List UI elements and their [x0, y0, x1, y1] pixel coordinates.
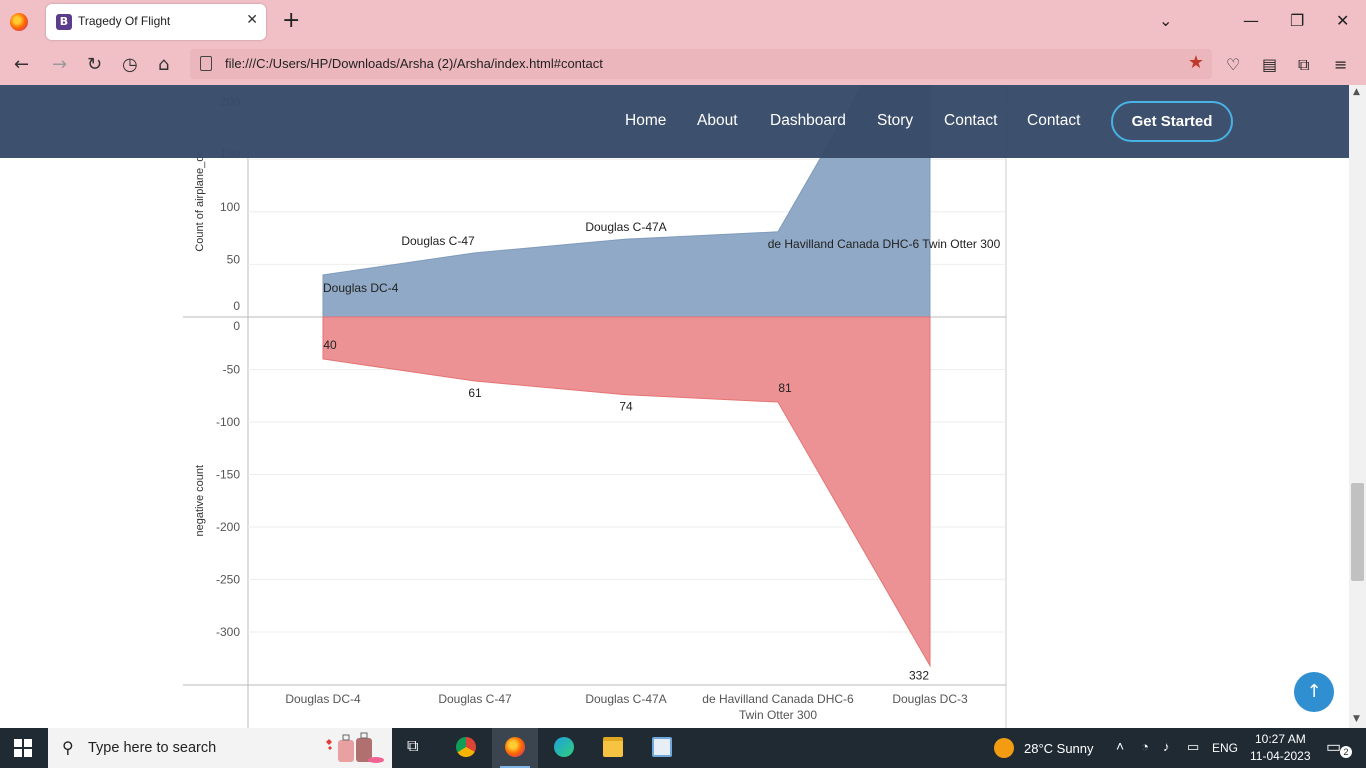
- bottom-data-label: 332: [909, 669, 929, 683]
- notification-count: 2: [1340, 746, 1352, 758]
- tab-bar: B Tragedy Of Flight ✕ + ⌄ — ❐ ✕: [0, 0, 1366, 44]
- firefox-logo-icon[interactable]: [10, 13, 28, 31]
- bottom-data-label: 74: [619, 400, 633, 414]
- browser-tab[interactable]: B Tragedy Of Flight ✕: [46, 4, 266, 40]
- task-view-icon: ⧉: [407, 738, 419, 755]
- navigation-toolbar: ← → ↻ ◷ ⌂ file:///C:/Users/HP/Downloads/…: [0, 44, 1366, 85]
- nav-contact[interactable]: Contact: [944, 112, 997, 130]
- edge-app[interactable]: [541, 728, 587, 768]
- dual-area-chart: 0501001502000-50-100-150-200-250-300Coun…: [183, 85, 1007, 728]
- top-y-tick-label: 0: [233, 299, 240, 313]
- snowflake-app-icon: [652, 737, 672, 757]
- top-point-label: Douglas C-47: [401, 234, 475, 248]
- url-text[interactable]: file:///C:/Users/HP/Downloads/Arsha (2)/…: [225, 56, 603, 71]
- volume-icon[interactable]: ♪: [1163, 739, 1170, 754]
- bottom-y-tick-label: -50: [223, 363, 241, 377]
- clock-date[interactable]: 11-04-2023: [1250, 749, 1311, 763]
- notification-icon[interactable]: ▭: [1326, 737, 1341, 757]
- file-explorer-app[interactable]: [590, 728, 636, 768]
- x-tick-label: de Havilland Canada DHC-6: [702, 692, 854, 706]
- chevron-up-icon[interactable]: ˄: [1116, 738, 1124, 754]
- top-y-axis-title: Count of airplane_or: [194, 152, 206, 252]
- top-point-label: Douglas C-47A: [585, 220, 666, 234]
- new-tab-button[interactable]: +: [282, 9, 300, 33]
- search-icon: ⚲: [62, 738, 74, 757]
- nav-dashboard[interactable]: Dashboard: [770, 112, 846, 130]
- x-tick-label: Douglas C-47A: [585, 692, 666, 706]
- tab-title: Tragedy Of Flight: [78, 14, 171, 28]
- chrome-app[interactable]: [443, 728, 489, 768]
- bottom-y-tick-label: -150: [216, 468, 240, 482]
- scroll-down-icon[interactable]: ▼: [1353, 714, 1360, 724]
- arrow-up-icon: ↑: [1306, 681, 1322, 702]
- history-icon[interactable]: ◷: [122, 54, 138, 75]
- nav-about[interactable]: About: [697, 112, 738, 130]
- windows-start-icon[interactable]: [14, 739, 32, 757]
- scroll-up-icon[interactable]: ▲: [1353, 87, 1360, 97]
- top-y-tick-label: 100: [220, 200, 240, 214]
- x-tick-label: Douglas C-47: [438, 692, 512, 706]
- bottom-area-series: [322, 316, 931, 668]
- minimize-icon[interactable]: —: [1243, 11, 1259, 30]
- bottom-y-tick-label: -200: [216, 520, 240, 534]
- snipping-app[interactable]: [639, 728, 685, 768]
- pocket-icon[interactable]: ♡: [1226, 55, 1240, 74]
- close-tab-icon[interactable]: ✕: [246, 12, 258, 28]
- network-icon[interactable]: ◔: [1141, 739, 1149, 754]
- sidebar-icon[interactable]: ▤: [1262, 55, 1277, 74]
- taskbar-search[interactable]: ⚲ Type here to search: [48, 728, 392, 768]
- top-point-label: de Havilland Canada DHC-6 Twin Otter 300: [768, 237, 1001, 251]
- nav-story[interactable]: Story: [877, 112, 913, 130]
- battery-icon[interactable]: ▭: [1187, 739, 1199, 755]
- bottom-y-tick-label: -250: [216, 573, 240, 587]
- nav-home[interactable]: Home: [625, 112, 666, 130]
- x-tick-label: Douglas DC-3: [892, 692, 968, 706]
- restore-icon[interactable]: ❐: [1290, 11, 1304, 30]
- folder-icon: [603, 737, 623, 757]
- bottom-data-label: 61: [468, 386, 482, 400]
- reload-icon[interactable]: ↻: [87, 54, 102, 75]
- page-scrollbar[interactable]: ▲ ▼: [1349, 85, 1366, 728]
- windows-taskbar: ⚲ Type here to search ⧉ 28°C Sunny ˄ ◔ ♪…: [0, 728, 1366, 768]
- close-window-icon[interactable]: ✕: [1336, 11, 1349, 30]
- top-point-label: Douglas DC-4: [323, 281, 399, 295]
- firefox-app[interactable]: [492, 728, 538, 768]
- scroll-thumb[interactable]: [1351, 483, 1364, 581]
- back-to-top-button[interactable]: ↑: [1294, 672, 1334, 712]
- home-icon[interactable]: ⌂: [158, 54, 169, 75]
- page-icon: [200, 56, 212, 71]
- luggage-illustration-icon: [326, 732, 384, 763]
- weather-sun-icon[interactable]: [994, 738, 1014, 758]
- clock-time[interactable]: 10:27 AM: [1255, 732, 1306, 746]
- firefox-icon: [505, 737, 525, 757]
- back-icon[interactable]: ←: [14, 54, 29, 75]
- bottom-y-tick-label: -300: [216, 625, 240, 639]
- task-view-button[interactable]: ⧉: [392, 728, 438, 768]
- weather-text[interactable]: 28°C Sunny: [1024, 741, 1094, 756]
- site-header: Home About Dashboard Story Contact Conta…: [0, 85, 1349, 158]
- bottom-data-label: 40: [323, 338, 337, 352]
- bottom-y-tick-label: 0: [233, 319, 240, 333]
- menu-icon[interactable]: ≡: [1334, 55, 1347, 74]
- bottom-y-axis-title: negative count: [194, 465, 206, 537]
- extensions-icon[interactable]: ⧉: [1298, 55, 1309, 75]
- language-indicator[interactable]: ENG: [1212, 741, 1238, 755]
- edge-icon: [554, 737, 574, 757]
- forward-icon[interactable]: →: [52, 54, 67, 75]
- get-started-button[interactable]: Get Started: [1111, 101, 1233, 142]
- bottom-y-tick-label: -100: [216, 415, 240, 429]
- x-tick-label: Twin Otter 300: [739, 708, 817, 722]
- x-tick-label: Douglas DC-4: [285, 692, 361, 706]
- bottom-data-label: 81: [778, 381, 792, 395]
- list-tabs-icon[interactable]: ⌄: [1159, 11, 1172, 30]
- search-placeholder: Type here to search: [88, 740, 217, 756]
- page-viewport: 0501001502000-50-100-150-200-250-300Coun…: [0, 85, 1349, 728]
- address-bar[interactable]: file:///C:/Users/HP/Downloads/Arsha (2)/…: [190, 49, 1212, 79]
- chrome-icon: [456, 737, 476, 757]
- bootstrap-favicon-icon: B: [56, 14, 72, 30]
- top-y-tick-label: 50: [227, 252, 241, 266]
- nav-contact-2[interactable]: Contact: [1027, 112, 1080, 130]
- bookmark-star-icon[interactable]: ★: [1188, 52, 1204, 73]
